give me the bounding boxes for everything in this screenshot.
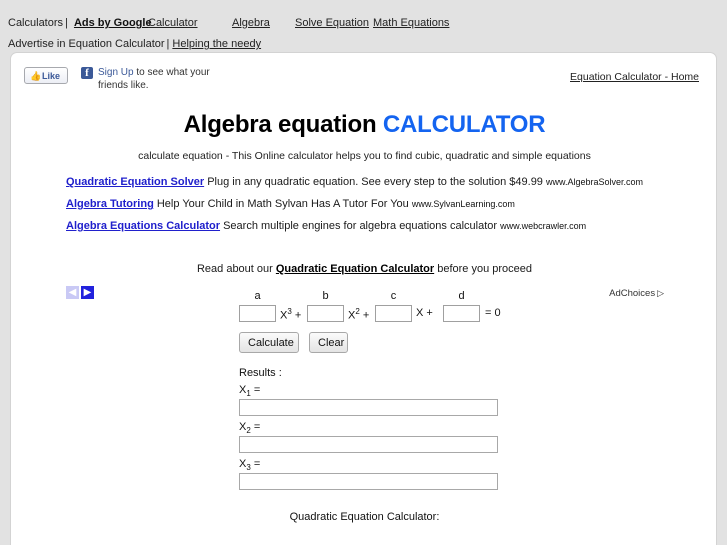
content-panel: 👍 Like f Sign Up to see what your friend… [10, 52, 717, 545]
footer-section-heading: Quadratic Equation Calculator: [289, 511, 440, 523]
ad-description: Plug in any quadratic equation. See ever… [204, 176, 546, 188]
adchoices-label: AdChoices [609, 288, 656, 299]
equals-sign-3: = [250, 458, 261, 470]
result-input-x2[interactable] [239, 436, 498, 453]
equals-sign-2: = [250, 421, 261, 433]
read-about-suffix: before you proceed [434, 263, 533, 275]
topbar-separator-1: | [65, 17, 68, 29]
calculators-label: Calculators [8, 17, 64, 29]
result-input-x1[interactable] [239, 399, 498, 416]
page-title-accent: CALCULATOR [382, 111, 546, 138]
read-about-line: Read about our Quadratic Equation Calcul… [11, 263, 716, 275]
coefficient-input-d[interactable] [443, 305, 480, 322]
ad-url: www.AlgebraSolver.com [545, 177, 644, 187]
facebook-like-label: Like [42, 71, 61, 81]
advertise-label: Advertise in Equation Calculator [8, 38, 165, 50]
coefficient-input-a[interactable] [239, 305, 276, 322]
adchoices-triangle-icon: ▷ [657, 288, 664, 298]
coefficient-input-b[interactable] [307, 305, 344, 322]
topbar-primary-line: Calculators | Ads by Google [8, 17, 152, 29]
result-input-x3[interactable] [239, 473, 498, 490]
ad-title-link[interactable]: Algebra Tutoring [66, 198, 154, 210]
result-label-x2: X2 = [239, 421, 261, 436]
facebook-signup-link[interactable]: Sign Up [98, 67, 134, 78]
facebook-like-button[interactable]: 👍 Like [24, 67, 68, 84]
ad-url: www.webcrawler.com [500, 221, 587, 231]
facebook-like-widget: 👍 Like f Sign Up to see what your friend… [24, 67, 324, 101]
ad-item: Algebra Equations Calculator Search mult… [66, 220, 666, 233]
coefficient-label-a: a [254, 290, 261, 302]
top-ad-nav-bar: Calculators | Ads by Google Calculator Al… [0, 0, 727, 52]
quadratic-equation-calculator-link[interactable]: Quadratic Equation Calculator [276, 263, 434, 275]
nav-link-algebra[interactable]: Algebra [232, 17, 270, 29]
page-subtitle: calculate equation - This Online calcula… [138, 150, 591, 162]
clear-button[interactable]: Clear [309, 332, 348, 353]
ad-item: Algebra Tutoring Help Your Child in Math… [66, 198, 666, 211]
ad-title-link[interactable]: Quadratic Equation Solver [66, 176, 204, 188]
helping-the-needy-link[interactable]: Helping the needy [172, 38, 261, 50]
facebook-signup-text: Sign Up to see what your friends like. [98, 66, 230, 92]
plus-operator-b: + [359, 309, 370, 322]
term-text-equals-zero: = 0 [485, 307, 501, 319]
adchoices-link[interactable]: AdChoices ▷ [609, 288, 664, 299]
coefficient-label-c: c [390, 290, 397, 302]
topbar-secondary-line: Advertise in Equation Calculator | Helping… [8, 38, 261, 50]
ad-pager: ◀ ▶ [66, 286, 106, 300]
ad-description: Search multiple engines for algebra equa… [220, 220, 501, 232]
result-label-x3: X3 = [239, 458, 261, 473]
coefficient-label-b: b [322, 290, 329, 302]
ad-url: www.SylvanLearning.com [411, 199, 515, 209]
ad-description: Help Your Child in Math Sylvan Has A Tut… [153, 198, 412, 210]
chevron-left-icon[interactable]: ◀ [66, 286, 79, 299]
read-about-prefix: Read about our [196, 263, 276, 275]
results-heading: Results : [239, 367, 282, 379]
term-text-b: X2 + [348, 307, 370, 322]
chevron-right-icon[interactable]: ▶ [81, 286, 94, 299]
result-label-x1: X1 = [239, 384, 261, 399]
term-text-a: X3 + [280, 307, 302, 322]
equation-calculator-home-link[interactable]: Equation Calculator - Home [570, 71, 699, 83]
ad-item: Quadratic Equation Solver Plug in any qu… [66, 176, 666, 189]
page-title-main: Algebra equation [183, 111, 383, 138]
coefficient-input-c[interactable] [375, 305, 412, 322]
nav-link-solve-equation[interactable]: Solve Equation [295, 17, 369, 29]
page-title: Algebra equation CALCULATOR [11, 111, 716, 139]
ads-by-google-link[interactable]: Ads by Google [74, 17, 152, 29]
thumbs-up-icon: 👍 [30, 71, 42, 81]
nav-link-calculator[interactable]: Calculator [148, 17, 198, 29]
facebook-logo-icon: f [81, 67, 93, 79]
term-text-c: X + [416, 307, 433, 319]
nav-link-math-equations[interactable]: Math Equations [373, 17, 449, 29]
equals-sign-1: = [250, 384, 261, 396]
google-ads-block: Quadratic Equation Solver Plug in any qu… [66, 176, 666, 242]
coefficient-label-d: d [458, 290, 465, 302]
ad-title-link[interactable]: Algebra Equations Calculator [66, 220, 220, 232]
plus-operator-a: + [291, 309, 302, 322]
calculate-button[interactable]: Calculate [239, 332, 299, 353]
